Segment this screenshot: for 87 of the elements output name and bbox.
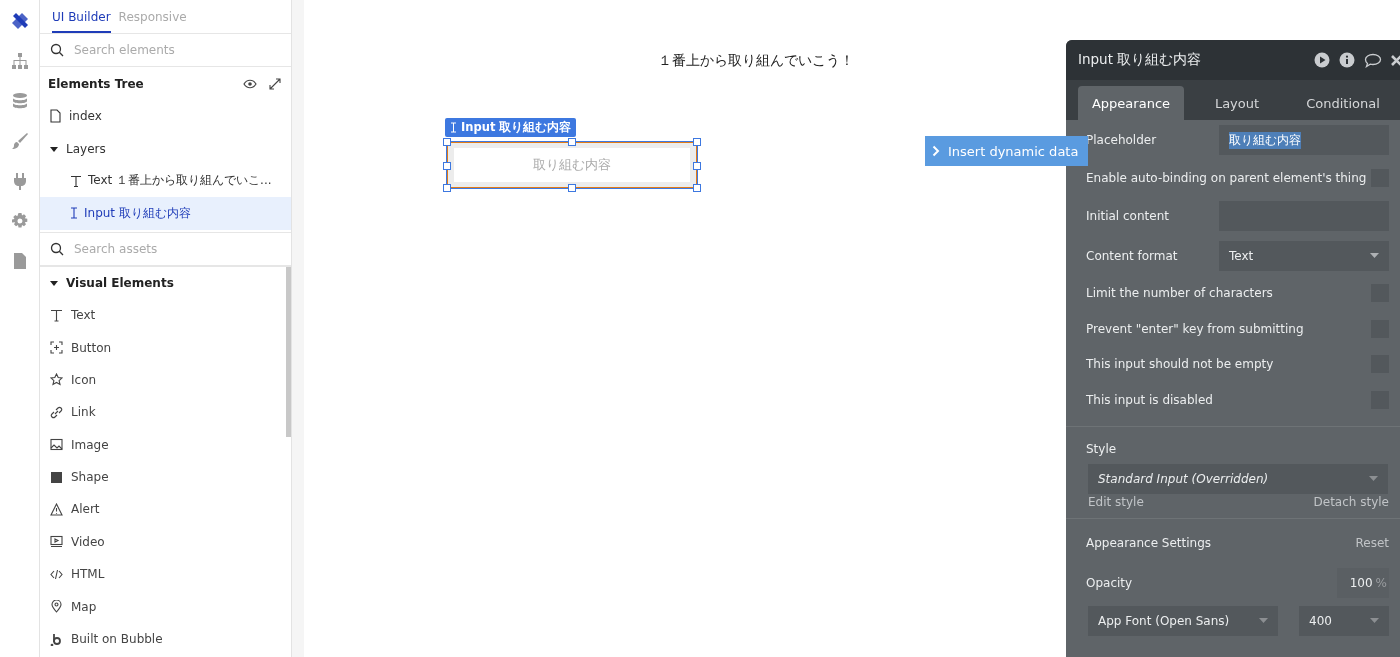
- asset-item[interactable]: HTML: [40, 558, 286, 591]
- resize-handle[interactable]: [693, 162, 701, 170]
- resize-handle[interactable]: [693, 184, 701, 192]
- asset-item[interactable]: Link: [40, 396, 286, 429]
- opacity-field[interactable]: 100 %: [1337, 567, 1389, 598]
- scrollbar[interactable]: [286, 266, 291, 437]
- font-dropdown[interactable]: App Font (Open Sans): [1088, 605, 1278, 636]
- property-label: Enable auto-binding on parent element's thing: [1086, 170, 1367, 185]
- caret-icon: [1370, 618, 1379, 623]
- expand-icon[interactable]: [269, 77, 281, 90]
- page-icon: [50, 109, 61, 124]
- eye-icon[interactable]: [243, 78, 257, 89]
- search-icon: [50, 241, 64, 256]
- caret-icon: [1370, 253, 1379, 258]
- info-icon[interactable]: [1339, 52, 1355, 68]
- design-icon[interactable]: [10, 12, 29, 30]
- video-element-icon: [50, 535, 63, 549]
- text-cursor-icon: [450, 122, 457, 133]
- map-element-icon: [50, 600, 63, 614]
- panel-tab[interactable]: UI Builder: [52, 0, 111, 33]
- bubble-element-icon: [50, 632, 63, 646]
- search-assets-field[interactable]: Search assets: [72, 240, 256, 257]
- close-icon[interactable]: [1391, 54, 1400, 66]
- tree-icon[interactable]: [10, 52, 29, 70]
- layers-label: Layers: [66, 141, 106, 156]
- property-editor-title: Input 取り組む内容: [1078, 51, 1202, 69]
- text-element-icon: [50, 308, 63, 322]
- appearance-settings-label: Appearance Settings: [1086, 535, 1212, 550]
- resize-handle[interactable]: [443, 138, 451, 146]
- asset-item[interactable]: Button: [40, 331, 286, 364]
- property-input-field[interactable]: 取り組む内容: [1219, 125, 1389, 155]
- alert-element-icon: [50, 503, 63, 516]
- element-tag: Input 取り組む内容: [445, 118, 577, 137]
- property-label: Prevent "enter" key from submitting: [1086, 321, 1304, 336]
- chevron-right-icon: [932, 145, 940, 157]
- caret-icon: [1369, 476, 1378, 481]
- editor-tab[interactable]: Layout: [1184, 86, 1290, 120]
- html-element-icon: [50, 567, 63, 581]
- text-type-icon: [70, 174, 82, 187]
- visual-elements-header[interactable]: Visual Elements: [40, 266, 286, 299]
- shape-element-icon: [50, 470, 63, 484]
- asset-item[interactable]: Shape: [40, 460, 286, 494]
- layer-item[interactable]: Text １番上から取り組んでいこ...: [40, 164, 291, 198]
- resize-handle[interactable]: [568, 138, 576, 146]
- link-element-icon: [50, 405, 63, 419]
- page-name: index: [69, 109, 102, 124]
- search-elements-field[interactable]: Search elements: [72, 42, 256, 58]
- asset-item[interactable]: Map: [40, 590, 286, 623]
- property-label: Initial content: [1086, 208, 1169, 223]
- icon-element-icon: [50, 373, 63, 387]
- tree-item[interactable]: index: [40, 100, 291, 133]
- search-icon: [50, 43, 64, 57]
- property-label: This input should not be empty: [1086, 357, 1274, 372]
- canvas-input-placeholder: 取り組む内容: [454, 148, 690, 182]
- brush-icon[interactable]: [10, 132, 29, 150]
- gear-icon[interactable]: [10, 212, 29, 230]
- canvas-text: １番上から取り組んでいこう！: [658, 52, 854, 70]
- tree-item[interactable]: Layers: [40, 132, 291, 165]
- resize-handle[interactable]: [443, 162, 451, 170]
- property-label: Limit the number of characters: [1086, 286, 1273, 301]
- style-dropdown[interactable]: Standard Input (Overridden): [1088, 463, 1388, 494]
- font-weight-dropdown[interactable]: 400: [1299, 605, 1389, 636]
- asset-item[interactable]: Built on Bubble: [40, 622, 286, 656]
- image-element-icon: [50, 438, 63, 452]
- asset-item[interactable]: Video: [40, 525, 286, 559]
- asset-item[interactable]: Icon: [40, 363, 286, 397]
- opacity-label: Opacity: [1086, 575, 1133, 590]
- asset-item[interactable]: Image: [40, 428, 286, 461]
- asset-item[interactable]: Text: [40, 298, 286, 332]
- caret-icon: [1259, 618, 1268, 623]
- style-label: Style: [1086, 441, 1118, 456]
- property-label: Content format: [1086, 248, 1178, 263]
- editor-tab[interactable]: Appearance: [1078, 86, 1184, 120]
- resize-handle[interactable]: [443, 184, 451, 192]
- data-icon[interactable]: [10, 92, 29, 110]
- property-dropdown[interactable]: Text: [1219, 240, 1389, 271]
- play-icon[interactable]: [1314, 52, 1330, 68]
- button-element-icon: [50, 341, 63, 355]
- elements-tree-title: Elements Tree: [48, 76, 145, 91]
- asset-item[interactable]: Alert: [40, 493, 286, 526]
- property-label: This input is disabled: [1086, 392, 1213, 407]
- layer-item[interactable]: Input 取り組む内容: [40, 197, 291, 230]
- comment-icon[interactable]: [1364, 52, 1382, 68]
- text-cursor-icon: [70, 207, 78, 220]
- editor-tab[interactable]: Conditional: [1290, 86, 1396, 120]
- resize-handle[interactable]: [693, 138, 701, 146]
- resize-handle[interactable]: [568, 184, 576, 192]
